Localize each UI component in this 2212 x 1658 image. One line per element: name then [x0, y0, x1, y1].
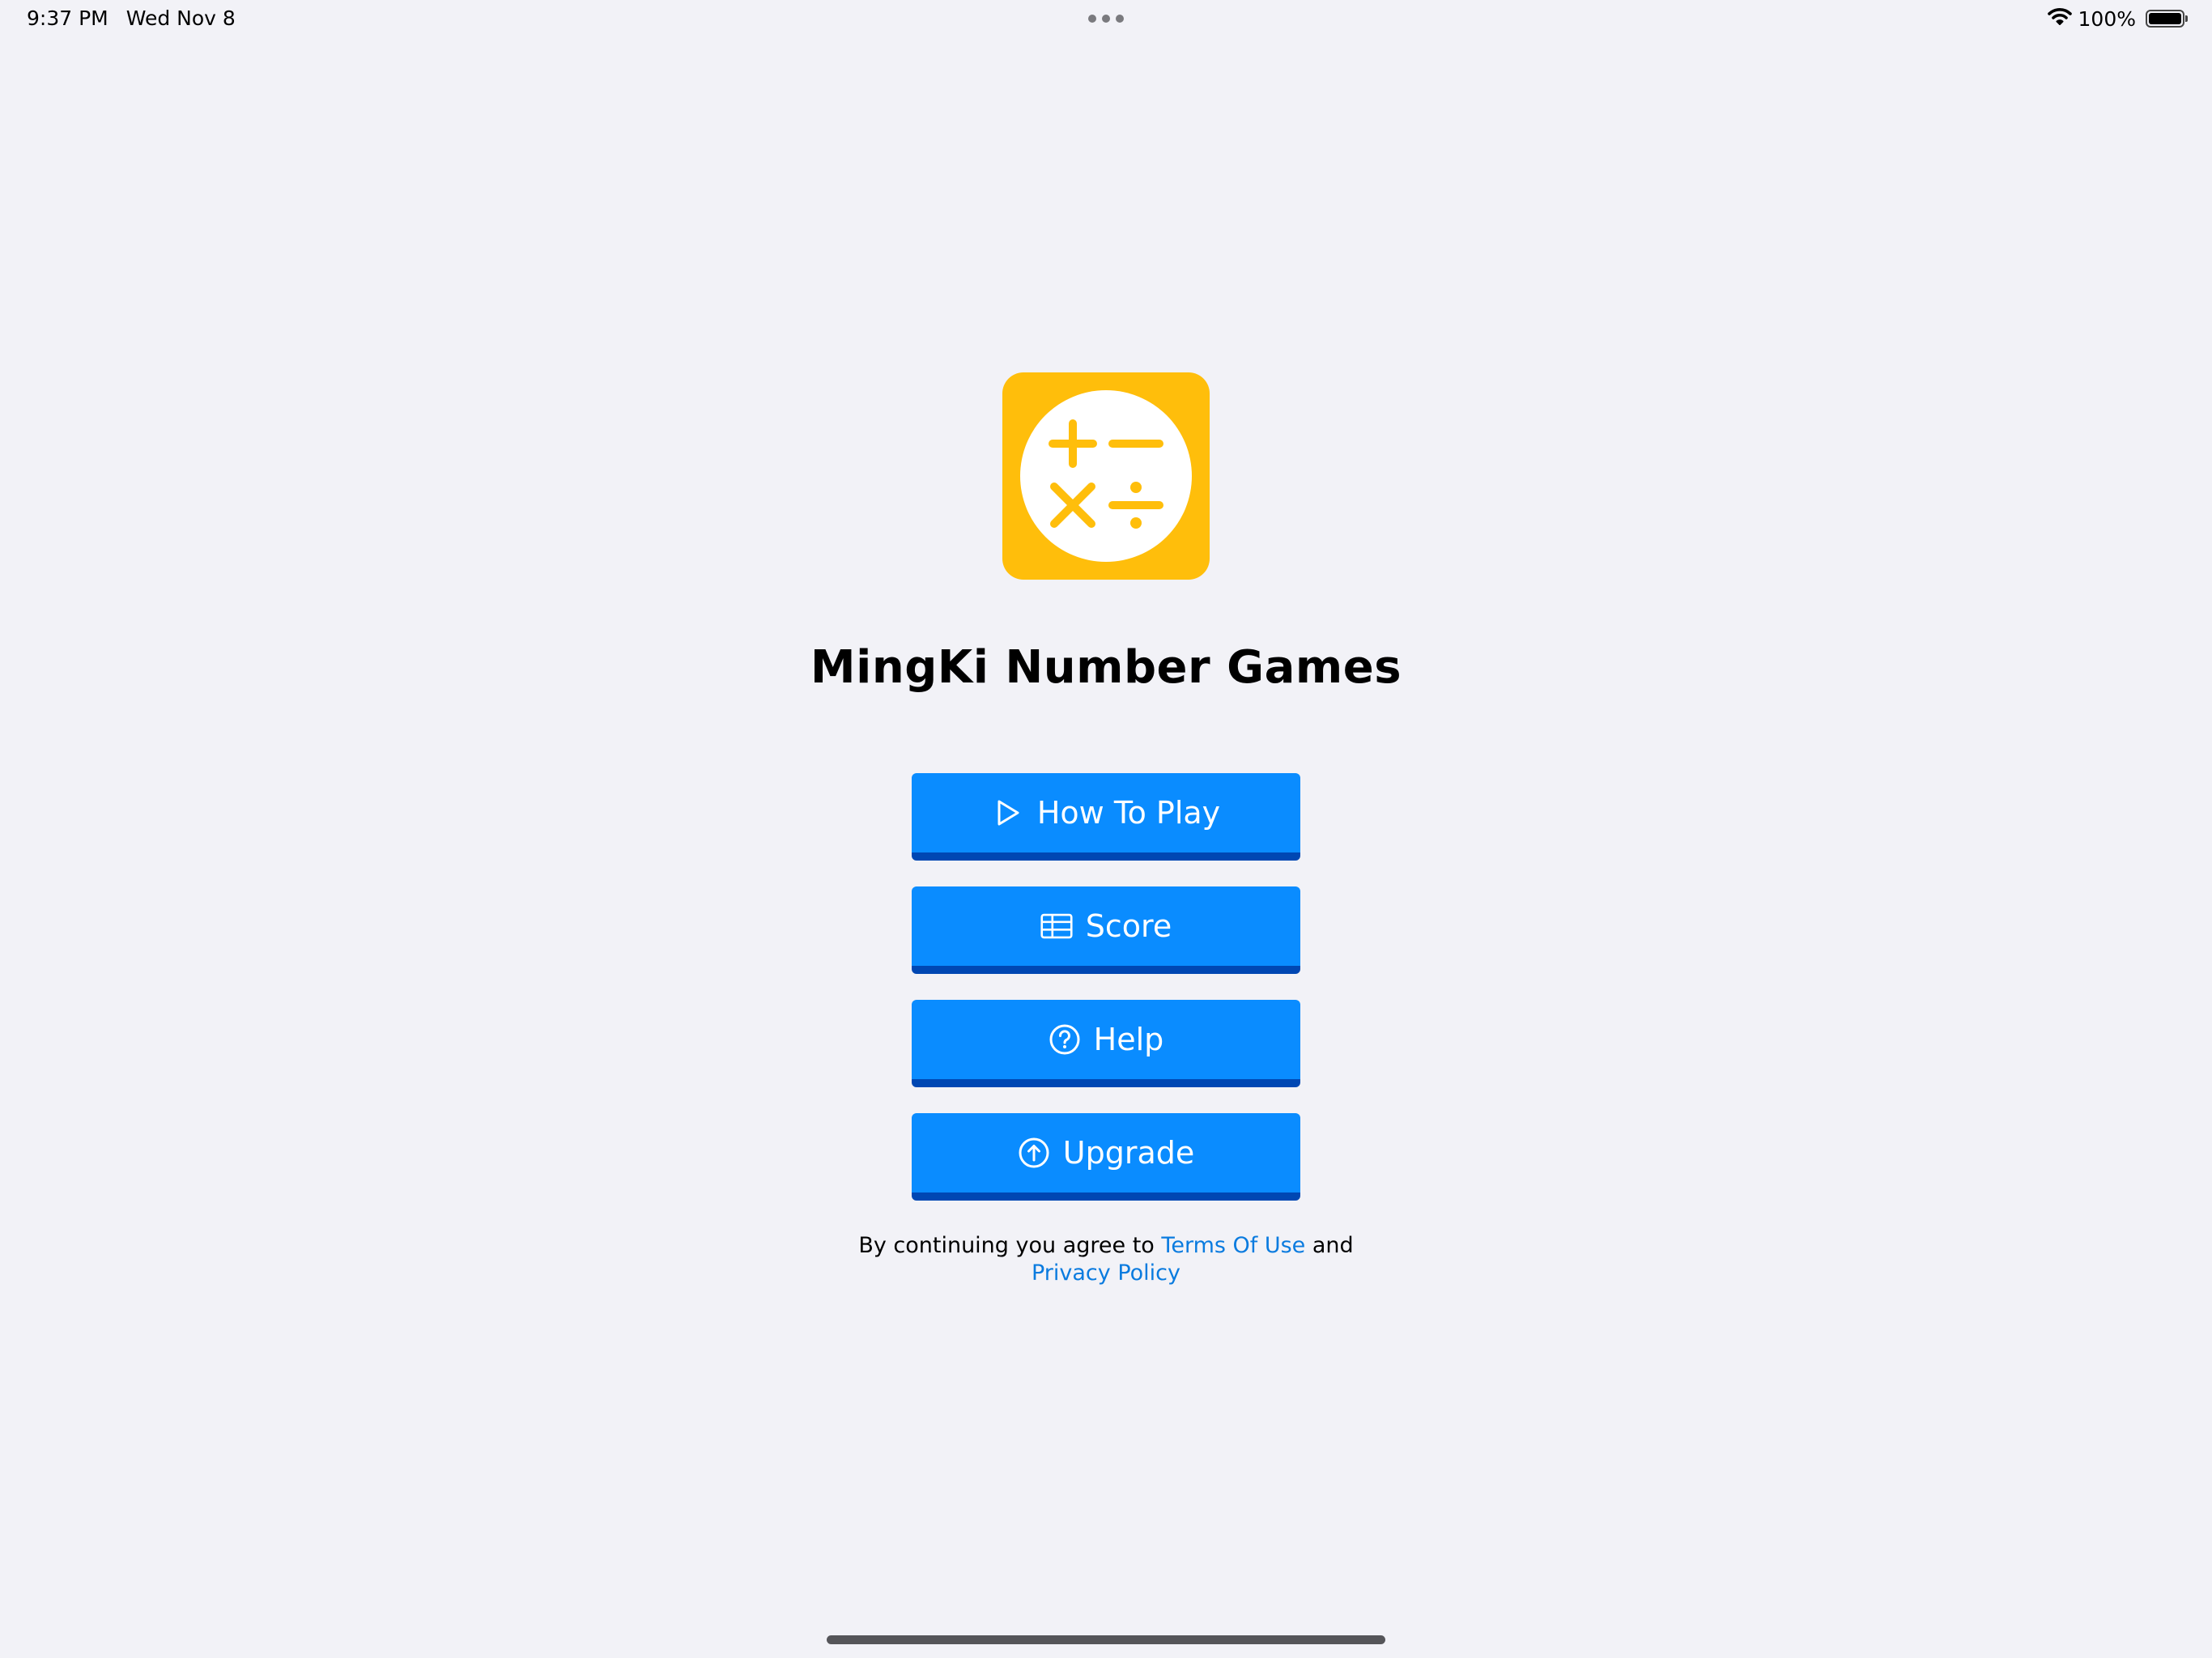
score-label: Score [1085, 908, 1172, 944]
math-operators-icon [1020, 390, 1192, 562]
app-logo [1002, 372, 1210, 580]
arrow-up-circle-icon [1018, 1137, 1050, 1169]
wifi-icon [2047, 6, 2072, 31]
table-icon [1040, 910, 1073, 942]
help-button[interactable]: Help [912, 1000, 1300, 1087]
status-bar-left: 9:37 PM Wed Nov 8 [27, 6, 236, 31]
status-date: Wed Nov 8 [125, 6, 236, 30]
multitasking-menu-button[interactable] [1088, 15, 1124, 23]
how-to-play-label: How To Play [1036, 795, 1221, 831]
legal-conjunction: and [1312, 1233, 1354, 1258]
battery-icon [2146, 10, 2188, 28]
dot-icon [1102, 15, 1110, 23]
legal-line-2: Privacy Policy [0, 1260, 2212, 1287]
home-screen: 9:37 PM Wed Nov 8 100% MingKi Number Gam… [0, 0, 2212, 1658]
status-time: 9:37 PM [27, 6, 108, 30]
play-icon [992, 797, 1024, 829]
legal-line-1: By continuing you agree to Terms Of Use … [0, 1232, 2212, 1260]
question-circle-icon [1049, 1023, 1081, 1056]
help-label: Help [1093, 1022, 1164, 1057]
privacy-policy-link[interactable]: Privacy Policy [1032, 1261, 1180, 1286]
home-indicator[interactable] [827, 1635, 1385, 1644]
dot-icon [1116, 15, 1124, 23]
score-button[interactable]: Score [912, 886, 1300, 974]
how-to-play-button[interactable]: How To Play [912, 773, 1300, 861]
terms-of-use-link[interactable]: Terms Of Use [1161, 1233, 1305, 1258]
upgrade-button[interactable]: Upgrade [912, 1113, 1300, 1201]
legal-prefix: By continuing you agree to [858, 1233, 1155, 1258]
status-bar-right: 100% [2047, 6, 2188, 31]
battery-percent: 100% [2078, 6, 2136, 31]
app-title: MingKi Number Games [810, 641, 1402, 694]
dot-icon [1088, 15, 1096, 23]
legal-notice: By continuing you agree to Terms Of Use … [0, 1232, 2212, 1287]
upgrade-label: Upgrade [1062, 1135, 1195, 1171]
